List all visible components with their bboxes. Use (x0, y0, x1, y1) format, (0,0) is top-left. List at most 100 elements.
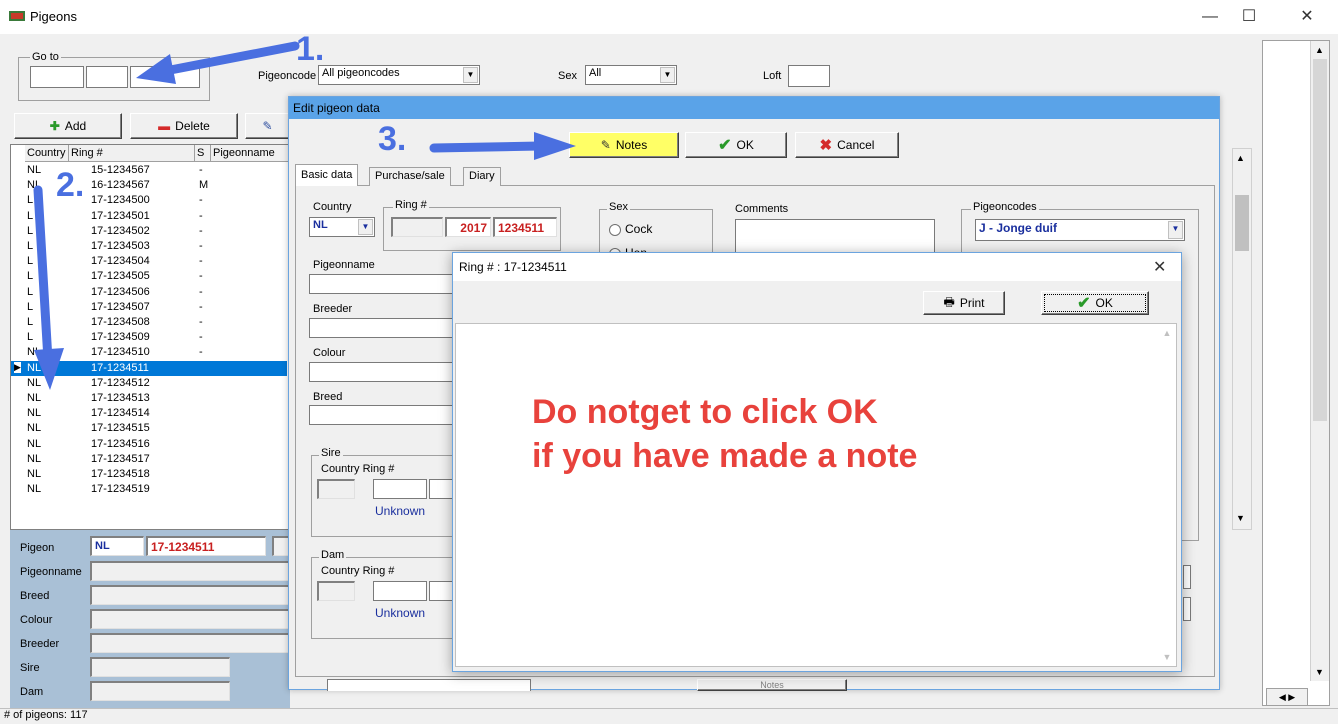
details-sire-label: Sire (20, 662, 40, 674)
details-colour-field (90, 609, 290, 629)
table-row[interactable]: NL 17-1234517 (11, 452, 287, 467)
loft-input[interactable] (788, 65, 830, 87)
ring-label: Ring # (393, 199, 429, 211)
table-cell-country: NL (27, 452, 42, 465)
close-button[interactable]: ✕ (1292, 6, 1322, 28)
table-row[interactable]: NL 15-1234567 - (11, 163, 287, 178)
goto-year-input[interactable] (86, 66, 128, 88)
breeder-input[interactable] (309, 318, 459, 338)
sire-unknown-link[interactable]: Unknown (375, 504, 425, 518)
colour-input[interactable] (309, 362, 459, 382)
dam-year-input[interactable] (373, 581, 427, 601)
table-cell-country: NL (27, 164, 42, 176)
table-cell-ring: 17-1234516 (91, 437, 150, 450)
grid-scrollbar[interactable]: ▲ ▼ (1232, 148, 1252, 530)
table-cell-sex: - (199, 255, 203, 268)
step-1-arrow-icon (136, 41, 300, 84)
ring-country-field (391, 217, 443, 237)
table-row[interactable]: NL 17-1234519 (11, 482, 287, 497)
table-row[interactable]: NL 17-1234518 (11, 467, 287, 482)
ok-label: OK (736, 138, 754, 152)
details-breeder-label: Breeder (20, 638, 60, 650)
table-cell-country: NL (27, 468, 42, 480)
edit-dialog-title-bar: Edit pigeon data (289, 97, 1219, 119)
maximize-button[interactable]: ☐ (1234, 6, 1264, 28)
tab-diary[interactable]: Diary (463, 167, 501, 186)
bottom-select[interactable] (327, 679, 531, 691)
row-indicator-icon: ▶ (14, 361, 21, 373)
sire-year-input[interactable] (373, 479, 427, 499)
column-header-country[interactable]: Country (25, 145, 69, 162)
bottom-notes-button[interactable]: Notes (697, 679, 847, 691)
details-ring-field: 17-1234511 (146, 536, 266, 556)
step-3-arrow-icon (429, 132, 576, 160)
dam-unknown-link[interactable]: Unknown (375, 606, 425, 620)
ring-year-field[interactable]: 2017 (445, 217, 491, 237)
column-header-sex[interactable]: S (195, 145, 211, 162)
details-breeder-field (90, 633, 290, 653)
table-row[interactable]: NL 17-1234514 (11, 406, 287, 421)
table-cell-sex: - (199, 224, 203, 237)
table-cell-ring: 17-1234507 (91, 300, 150, 313)
country-select[interactable]: NL ▼ (309, 217, 375, 237)
column-header-ring[interactable]: Ring # (69, 145, 195, 162)
horizontal-scroll-arrows[interactable]: ◀ ▶ (1266, 688, 1308, 706)
edit-cancel-button[interactable]: ✖ Cancel (795, 132, 899, 158)
breed-input[interactable] (309, 405, 459, 425)
minimize-button[interactable]: — (1195, 6, 1225, 28)
table-cell-ring: 17-1234517 (91, 452, 150, 465)
right-field-1 (1183, 565, 1191, 589)
tab-purchase-sale[interactable]: Purchase/sale (369, 167, 451, 186)
table-cell-sex: - (199, 194, 203, 207)
chevron-down-icon: ▼ (463, 67, 478, 83)
pigeoncode-value: All pigeoncodes (322, 67, 400, 79)
sex-value: All (589, 67, 602, 79)
print-label: Print (959, 296, 985, 310)
close-icon[interactable]: ✕ (1153, 257, 1166, 277)
table-cell-ring: 17-1234509 (91, 331, 150, 344)
ring-number-field[interactable]: 1234511 (493, 217, 557, 237)
table-cell-sex: - (199, 270, 203, 283)
goto-country-input[interactable] (30, 66, 84, 88)
print-button[interactable]: 🖶 Print (923, 291, 1005, 315)
right-panel-scrollbar[interactable]: ▲ ▼ (1310, 41, 1329, 681)
notes-ok-button[interactable]: ✔ OK (1041, 291, 1149, 315)
scroll-up-icon: ▲ (1236, 153, 1245, 163)
details-dam-label: Dam (20, 686, 44, 698)
cancel-x-icon: ✖ (819, 137, 833, 154)
scroll-thumb[interactable] (1235, 195, 1249, 251)
table-cell-sex: - (199, 300, 203, 313)
pigeoncodes-select[interactable]: J - Jonge duif ▼ (975, 219, 1185, 241)
add-button[interactable]: ✚ Add (14, 113, 122, 139)
pigeoncodes-value: J - Jonge duif (979, 221, 1057, 235)
notes-textarea[interactable]: ▲ ▼ Do notget to click OK if you have ma… (455, 323, 1177, 667)
add-label: Add (64, 119, 87, 133)
edit-ok-button[interactable]: ✔ OK (685, 132, 787, 158)
scroll-thumb[interactable] (1313, 59, 1327, 421)
table-cell-sex: M (199, 179, 209, 192)
sex-cock-label: Cock (625, 222, 653, 236)
edit-button[interactable]: ✎ (245, 113, 290, 139)
notes-message: Do notget to click OK if you have made a… (532, 390, 917, 478)
colour-label: Colour (313, 347, 346, 359)
table-cell-ring: 17-1234511 (91, 361, 149, 374)
details-pigeon-label: Pigeon (20, 542, 55, 554)
pigeonname-input[interactable] (309, 274, 459, 294)
table-row[interactable]: NL 17-1234515 (11, 421, 287, 436)
pencil-icon: ✎ (262, 119, 273, 133)
delete-button[interactable]: ▬ Delete (130, 113, 238, 139)
table-cell-country: NL (27, 437, 42, 450)
goto-label: Go to (30, 51, 61, 63)
table-row[interactable]: NL 17-1234516 (11, 437, 287, 452)
pigeoncode-select[interactable]: All pigeoncodes ▼ (318, 65, 480, 85)
sex-select[interactable]: All ▼ (585, 65, 677, 85)
sex-cock-radio[interactable]: Cock (609, 222, 652, 236)
table-cell-country: NL (27, 407, 42, 420)
column-header-pigeonname[interactable]: Pigeonname (211, 145, 289, 162)
scroll-down-icon: ▼ (1315, 667, 1324, 677)
notes-button[interactable]: ✎ Notes (569, 132, 679, 158)
tab-basic-data[interactable]: Basic data (295, 164, 359, 186)
table-cell-country: NL (27, 422, 42, 435)
chevron-down-icon: ▼ (358, 219, 373, 235)
table-cell-sex: - (199, 331, 203, 344)
